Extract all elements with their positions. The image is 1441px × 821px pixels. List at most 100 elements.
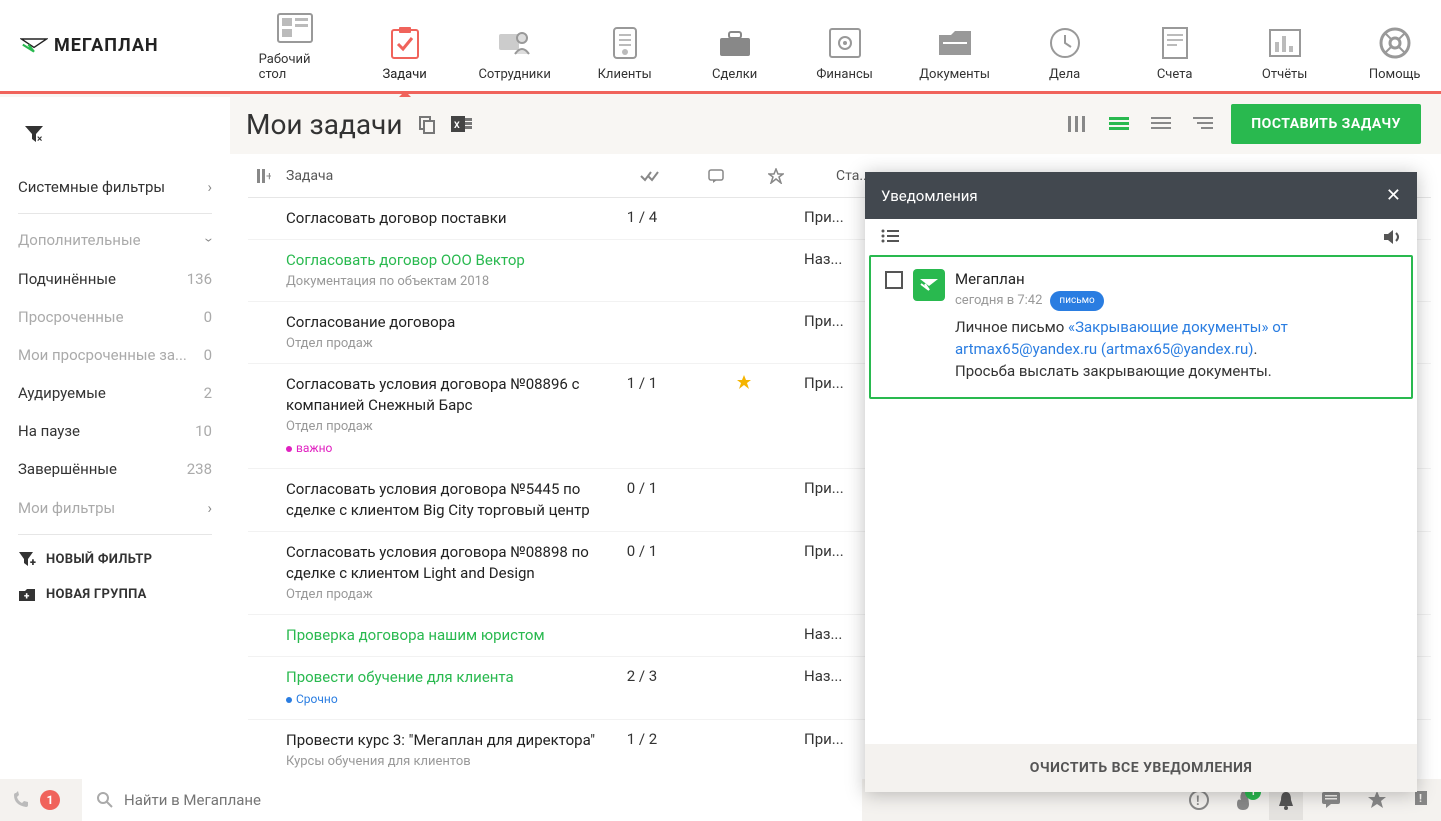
notification-card[interactable]: Мегаплан сегодня в 7:42 письмо Личное пи… bbox=[869, 255, 1413, 399]
phone-icon[interactable] bbox=[12, 791, 30, 809]
view-list2-icon[interactable] bbox=[1147, 113, 1175, 135]
employees-icon bbox=[495, 25, 535, 61]
nav-desktop[interactable]: Рабочий стол bbox=[259, 10, 331, 82]
documents-icon bbox=[935, 25, 975, 61]
clear-notifications-button[interactable]: ОЧИСТИТЬ ВСЕ УВЕДОМЛЕНИЯ bbox=[865, 744, 1417, 792]
task-subtitle: Документация по объектам 2018 bbox=[286, 273, 608, 291]
nav-clients[interactable]: Клиенты bbox=[589, 25, 661, 82]
view-list-icon[interactable] bbox=[1105, 113, 1133, 135]
task-star-cell[interactable] bbox=[736, 667, 796, 709]
task-comment-cell bbox=[676, 374, 736, 457]
task-checklist-count bbox=[608, 625, 676, 646]
nav-deals[interactable]: Сделки bbox=[699, 25, 771, 82]
nav-documents[interactable]: Документы bbox=[919, 25, 991, 82]
sidebar-item-audited[interactable]: Аудируемые2 bbox=[18, 376, 212, 410]
chevron-down-icon: › bbox=[201, 238, 219, 243]
deals-icon bbox=[715, 25, 755, 61]
svg-text:!: ! bbox=[1419, 792, 1422, 805]
sidebar-group-mine[interactable]: Мои фильтры› bbox=[18, 490, 212, 526]
nav-tasks[interactable]: Задачи bbox=[369, 25, 441, 82]
task-checklist-count bbox=[608, 250, 676, 291]
task-comment-cell bbox=[676, 730, 736, 771]
new-group-button[interactable]: + НОВАЯ ГРУППА bbox=[18, 579, 212, 610]
task-star-cell[interactable] bbox=[736, 250, 796, 291]
nav-finance[interactable]: Финансы bbox=[809, 25, 881, 82]
sidebar-item-subordinates[interactable]: Подчинённые136 bbox=[18, 262, 212, 296]
info-icon[interactable]: ! bbox=[1189, 790, 1209, 810]
nav-employees[interactable]: Сотрудники bbox=[479, 25, 551, 82]
task-comment-cell bbox=[676, 312, 736, 353]
sidebar-group-system[interactable]: Системные фильтры› bbox=[18, 169, 212, 205]
phone-badge: 1 bbox=[40, 790, 60, 810]
sidebar-group-extra[interactable]: Дополнительные› bbox=[18, 222, 212, 258]
task-checklist-count: 1 / 2 bbox=[608, 730, 676, 771]
task-checklist-count: 1 / 4 bbox=[608, 208, 676, 229]
view-columns-icon[interactable] bbox=[1063, 112, 1091, 136]
notification-checkbox[interactable] bbox=[885, 271, 903, 289]
star-icon[interactable] bbox=[1367, 790, 1387, 810]
nav-activities[interactable]: Дела bbox=[1029, 25, 1101, 82]
search-input[interactable] bbox=[124, 791, 848, 809]
task-star-cell[interactable] bbox=[736, 312, 796, 353]
top-nav: МЕГАПЛАН Рабочий стол Задачи Сотрудники … bbox=[0, 0, 1441, 94]
task-subtitle: Отдел продаж bbox=[286, 335, 608, 353]
col-header-comment-icon[interactable] bbox=[708, 169, 768, 183]
column-config-icon[interactable]: + bbox=[248, 169, 280, 183]
task-checklist-count: 0 / 1 bbox=[608, 479, 676, 521]
notification-badge: письмо bbox=[1050, 291, 1103, 312]
task-tag: Срочно bbox=[286, 691, 338, 708]
task-tag: важно bbox=[286, 440, 332, 457]
clock-icon bbox=[1045, 25, 1085, 61]
nav-help[interactable]: Помощь bbox=[1359, 25, 1431, 82]
list-icon[interactable] bbox=[881, 229, 899, 245]
task-comment-cell bbox=[676, 542, 736, 604]
copy-icon[interactable] bbox=[417, 114, 437, 134]
logo[interactable]: МЕГАПЛАН bbox=[20, 35, 159, 56]
task-subtitle: Отдел продаж bbox=[286, 418, 608, 436]
flag-icon[interactable]: ! bbox=[1413, 790, 1429, 810]
excel-export-icon[interactable]: X bbox=[451, 114, 473, 134]
sidebar-item-overdue[interactable]: Просроченные0 bbox=[18, 300, 212, 334]
task-title: Согласовать договор поставки bbox=[286, 208, 608, 229]
sidebar-item-completed[interactable]: Завершённые238 bbox=[18, 452, 212, 486]
chat-icon[interactable] bbox=[1321, 791, 1341, 809]
tasks-icon bbox=[385, 25, 425, 61]
fire-icon[interactable]: 1 bbox=[1235, 790, 1251, 810]
notifications-toolbar bbox=[865, 219, 1417, 255]
notifications-title: Уведомления bbox=[881, 187, 978, 205]
task-star-cell[interactable] bbox=[736, 542, 796, 604]
task-star-cell[interactable] bbox=[736, 625, 796, 646]
nav-invoices[interactable]: Счета bbox=[1139, 25, 1211, 82]
chevron-right-icon: › bbox=[207, 178, 212, 196]
folder-plus-icon: + bbox=[18, 588, 36, 602]
notification-app-icon bbox=[913, 269, 945, 301]
task-title: Согласовать условия договора №08898 по с… bbox=[286, 542, 608, 584]
sound-icon[interactable] bbox=[1383, 229, 1401, 245]
create-task-button[interactable]: ПОСТАВИТЬ ЗАДАЧУ bbox=[1231, 104, 1421, 144]
task-star-cell[interactable] bbox=[736, 208, 796, 229]
logo-mark-icon bbox=[20, 37, 48, 55]
filter-toggle-icon[interactable]: × bbox=[24, 125, 44, 143]
global-search[interactable] bbox=[82, 779, 862, 821]
task-title: Согласование договора bbox=[286, 312, 608, 333]
task-star-cell[interactable] bbox=[736, 479, 796, 521]
task-title: Согласовать договор ООО Вектор bbox=[286, 250, 608, 271]
task-comment-cell bbox=[676, 208, 736, 229]
col-header-task[interactable]: Задача bbox=[280, 168, 640, 184]
task-star-cell[interactable] bbox=[736, 374, 796, 457]
svg-text:!: ! bbox=[1196, 794, 1200, 809]
col-header-star-icon[interactable] bbox=[768, 168, 828, 184]
task-star-cell[interactable] bbox=[736, 730, 796, 771]
col-header-checklist-icon[interactable] bbox=[640, 170, 708, 182]
sidebar-item-paused[interactable]: На паузе10 bbox=[18, 414, 212, 448]
sidebar-item-my-overdue[interactable]: Мои просроченные за...0 bbox=[18, 338, 212, 372]
nav-reports[interactable]: Отчёты bbox=[1249, 25, 1321, 82]
close-icon[interactable]: ✕ bbox=[1386, 185, 1401, 206]
sidebar: × Системные фильтры› Дополнительные› Под… bbox=[0, 97, 230, 779]
task-checklist-count bbox=[608, 312, 676, 353]
view-hierarchy-icon[interactable] bbox=[1189, 113, 1217, 135]
page-title: Мои задачи bbox=[246, 108, 403, 141]
new-filter-button[interactable]: + НОВЫЙ ФИЛЬТР bbox=[18, 543, 212, 575]
task-checklist-count: 1 / 1 bbox=[608, 374, 676, 457]
svg-text:+: + bbox=[266, 169, 271, 183]
